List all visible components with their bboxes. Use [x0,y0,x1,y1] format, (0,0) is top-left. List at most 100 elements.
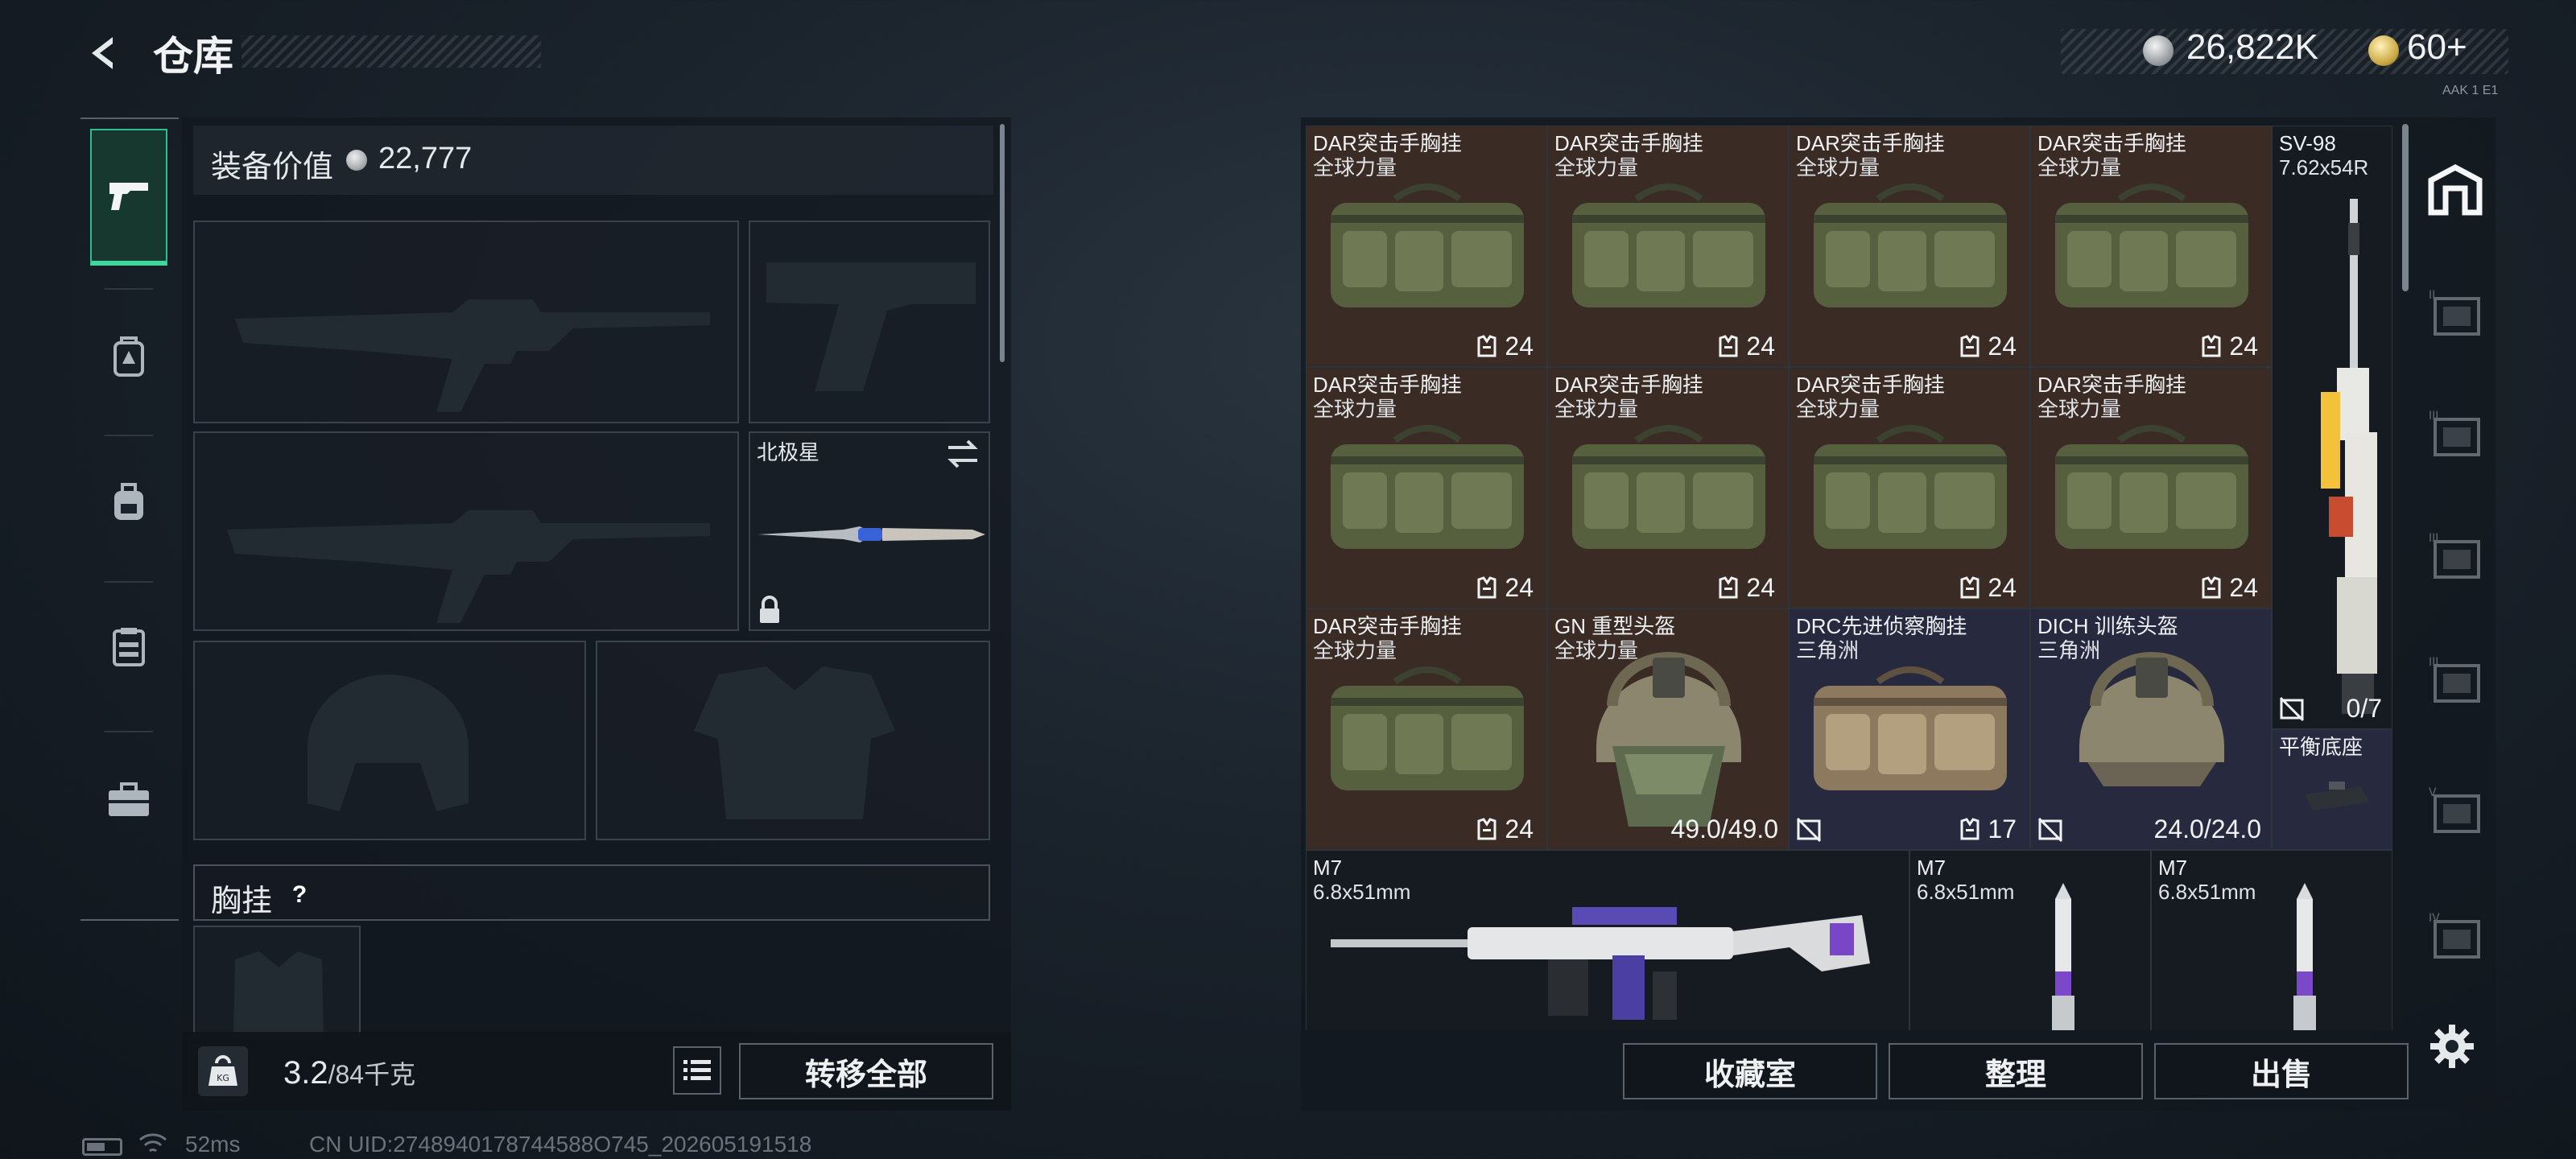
stash-item-drc[interactable]: DRC先进侦察胸挂 三角洲 17 [1789,608,2030,850]
battery-icon [82,1138,122,1156]
stash-item-m7a[interactable]: M7 6.8x51mm [1306,850,1909,1030]
stash-item-dar5[interactable]: DAR突击手胸挂 全球力量 24 [1306,367,1547,608]
swap-icon[interactable] [945,438,980,470]
nav-stash-main[interactable] [2423,158,2487,222]
ticket-amount[interactable]: 60+ [2407,27,2467,68]
page-number: II [2429,289,2435,302]
nav-stash-2[interactable]: II [2423,282,2487,346]
item-name: M7 [1313,856,1343,880]
nav-helmet[interactable] [90,296,167,417]
chest-rig-badge-icon [2202,335,2221,357]
weight-icon: KG [198,1046,248,1096]
stash-item-sv98[interactable]: SV-98 7.62x54R 0/7 [2272,126,2392,729]
loadout-scrollbar[interactable] [1000,124,1005,362]
nav-stash-3[interactable]: III [2423,402,2487,467]
page-number: III [2429,410,2438,423]
equipment-value-label: 装备价值 [211,151,334,184]
item-subtitle: 7.62x54R [2279,155,2369,179]
stash-page-icon: V [2429,786,2480,833]
melee-name: 北极星 [757,440,820,464]
rifle-silhouette-icon [235,299,710,412]
capacity-value: 24 [1505,332,1534,361]
primary-weapon-slot[interactable] [193,221,739,423]
capacity-value: 24 [1505,573,1534,602]
unrepairable-icon [2037,817,2063,843]
rifle-silhouette-icon [227,510,710,623]
body-armor-slot[interactable] [596,641,990,840]
item-capacity: 24 [1476,573,1534,603]
item-name: DRC先进侦察胸挂 [1796,614,1967,638]
stash-item-dich[interactable]: DICH 训练头盔 三角洲 24.0/24.0 [2030,608,2272,850]
item-capacity: 24 [1717,573,1775,603]
item-name: DAR突击手胸挂 [1796,373,1945,397]
item-subtitle: 6.8x51mm [1917,880,2015,904]
sell-button[interactable]: 出售 [2154,1043,2409,1099]
nav-stash-7[interactable]: IV [2423,905,2487,969]
assault-rifle-icon [1331,907,1870,1020]
stash-item-gn[interactable]: GN 重型头盔 全球力量 49.0/49.0 [1547,608,1789,850]
backpack-icon [114,483,143,520]
chest-rig-badge-icon [1960,818,1979,840]
item-name: DICH 训练头盔 [2037,614,2178,638]
item-subtitle: 三角洲 [2037,638,2101,662]
unrepairable-icon [2279,696,2305,722]
stash-item-dar3[interactable]: DAR突击手胸挂 全球力量 24 [1789,126,2030,367]
stash-item-dar8[interactable]: DAR突击手胸挂 全球力量 24 [2030,367,2272,608]
nav-backpack[interactable] [90,441,167,562]
money-amount: 26,822K [2186,27,2318,67]
item-subtitle: 三角洲 [1796,638,1860,662]
nav-weapons[interactable] [90,129,167,266]
helmet-gear-icon [114,336,144,377]
capacity-value: 17 [1988,815,2017,843]
nav-stash-6[interactable]: V [2423,779,2487,843]
gear-icon [2430,1025,2474,1068]
pistol-silhouette-icon [766,262,976,391]
collection-room-button[interactable]: 收藏室 [1623,1043,1877,1099]
toolbox-icon [109,782,149,816]
capacity-value: 24 [2229,573,2258,602]
secondary-weapon-slot[interactable] [193,431,739,631]
item-name: DAR突击手胸挂 [1796,131,1945,155]
item-subtitle: 全球力量 [1554,155,1639,179]
chest-rig-slot[interactable] [193,926,361,1040]
stash-page-icon: II [2429,289,2480,336]
nav-stash-4[interactable]: III [2423,525,2487,589]
settings-button[interactable] [2426,1021,2478,1072]
stash-item-dar9[interactable]: DAR突击手胸挂 全球力量 24 [1306,608,1547,850]
organize-button[interactable]: 整理 [1889,1043,2143,1099]
stash-item-dar6[interactable]: DAR突击手胸挂 全球力量 24 [1547,367,1789,608]
sidearm-slot[interactable] [749,221,990,423]
helmet-slot[interactable] [193,641,586,840]
pistol-icon [109,183,148,210]
stash-page-icon: III [2429,410,2480,456]
user-uid: CN UID:2748940178744588O745_202605191518 [309,1132,812,1157]
stash-page-icon: IV [2429,912,2480,959]
back-arrow-icon [92,37,113,69]
stash-scrollbar[interactable] [2402,124,2409,291]
item-name: DAR突击手胸挂 [1554,131,1703,155]
stash-item-dar2[interactable]: DAR突击手胸挂 全球力量 24 [1547,126,1789,367]
back-button[interactable] [80,31,126,76]
item-subtitle: 全球力量 [1796,397,1880,421]
page-title: 仓库 [153,34,233,79]
stash-item-m7b[interactable]: M7 6.8x51mm [1909,850,2151,1030]
ammo-round-icon [2052,883,2074,1030]
version-tag: AAK 1 E1 [2442,84,2499,97]
stash-item-m7c[interactable]: M7 6.8x51mm [2151,850,2392,1030]
chest-rig-badge-icon [1960,576,1979,599]
capacity-value: 24 [1505,815,1534,843]
stash-item-base[interactable]: 平衡底座 [2272,729,2392,850]
loadout-category-nav [80,118,179,921]
nav-toolbox[interactable] [90,739,167,860]
help-icon[interactable]: ? [282,879,317,911]
stash-icon [2428,164,2483,216]
melee-slot[interactable]: 北极星 [749,431,990,631]
list-view-button[interactable] [673,1046,721,1095]
nav-vest[interactable] [90,586,167,707]
chest-rig-badge-icon [1477,576,1496,599]
stash-item-dar1[interactable]: DAR突击手胸挂 全球力量 24 [1306,126,1547,367]
stash-item-dar7[interactable]: DAR突击手胸挂 全球力量 24 [1789,367,2030,608]
stash-item-dar4[interactable]: DAR突击手胸挂 全球力量 24 [2030,126,2272,367]
nav-stash-5[interactable]: III [2423,649,2487,713]
transfer-all-button[interactable]: 转移全部 [739,1043,993,1099]
